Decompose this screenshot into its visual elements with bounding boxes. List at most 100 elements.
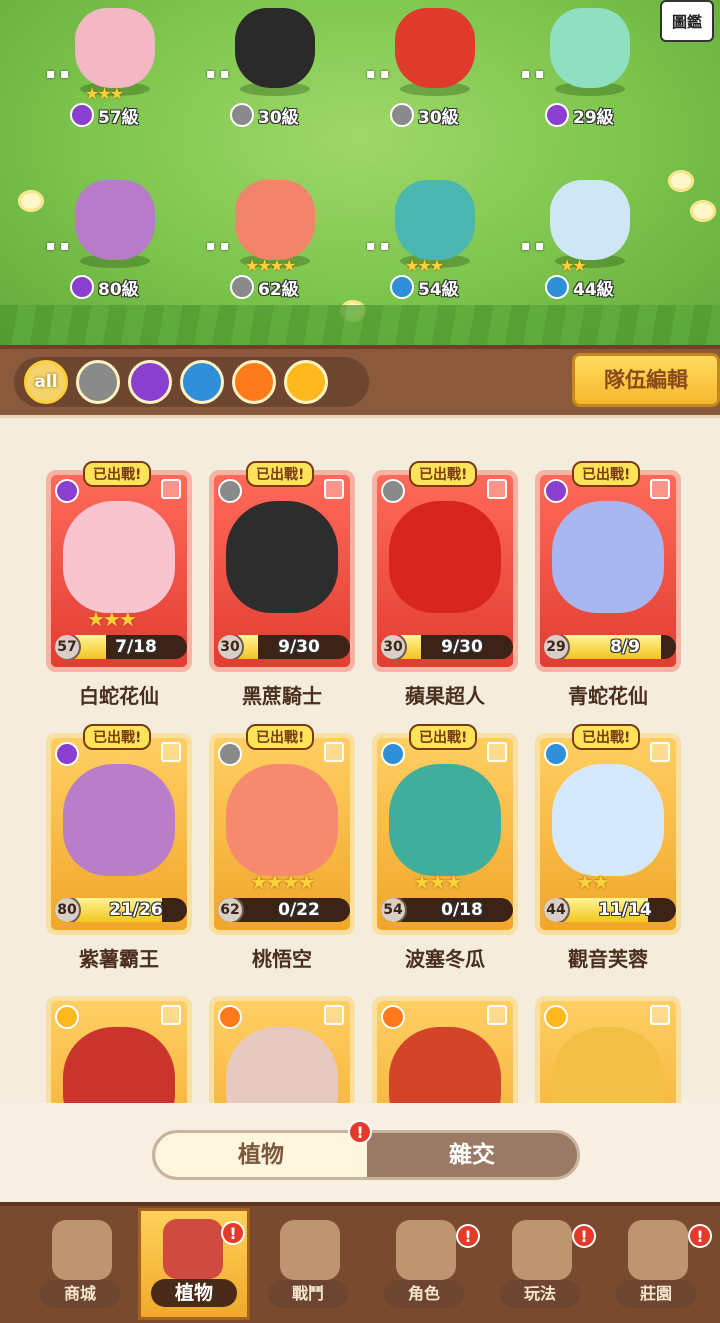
field-plant-unit[interactable]: ▪ ▪ 30級: [366, 0, 500, 128]
unit-level: 57級: [70, 102, 139, 128]
progress-text: 9/30: [278, 637, 320, 657]
plant-name: 白蛇花仙: [79, 684, 159, 708]
alert-icon: !: [456, 1224, 480, 1248]
plant-card[interactable]: [46, 996, 192, 1103]
formation-icon: [161, 1005, 181, 1025]
plant-card[interactable]: 已出戰! ★★★ 57 7/18: [46, 461, 192, 672]
team-edit-button[interactable]: 隊伍編輯: [572, 353, 720, 407]
formation-icon: ▪ ▪: [46, 238, 70, 254]
formation-icon: [161, 742, 181, 762]
progress-text: 11/14: [598, 900, 652, 920]
formation-icon: ▪ ▪: [206, 66, 230, 82]
plant-card[interactable]: 已出戰! 29 8/9: [535, 461, 681, 672]
potion-icon: [70, 275, 94, 299]
deployed-badge: 已出戰!: [83, 461, 152, 487]
battle-field: 圖鑑 ★★★ ▪ ▪ 57級 ▪ ▪ 30級 ▪ ▪ 30級 ▪ ▪ 29級 ▪ ▪ 80級 ★★★★…: [0, 0, 720, 345]
plant-figure: [75, 8, 155, 88]
nav-gameplay[interactable]: 玩法!: [490, 1212, 596, 1318]
plant-figure: [395, 180, 475, 260]
field-plant-unit[interactable]: ★★★ ▪ ▪ 54級: [366, 170, 500, 300]
formation-icon: [161, 479, 181, 499]
upgrade-progress-bar: 30 9/30: [381, 635, 513, 659]
unit-level-text: 29級: [573, 107, 614, 128]
star-rating: ★★: [576, 870, 610, 894]
nav-battle[interactable]: 戰鬥: [258, 1212, 358, 1318]
plant-figure: [235, 8, 315, 88]
plant-name: 黑蔗騎士: [242, 684, 322, 708]
plant-portrait: [226, 1027, 338, 1103]
lightning-icon: [55, 1005, 79, 1029]
plant-figure: [550, 8, 630, 88]
formation-icon: ▪ ▪: [366, 66, 390, 82]
nav-label: 商城: [40, 1280, 120, 1308]
plant-name: 桃悟空: [252, 947, 312, 971]
field-plant-unit[interactable]: ★★★★ ▪ ▪ 62級: [206, 170, 340, 300]
filter-sword-button[interactable]: [76, 360, 120, 404]
plant-card[interactable]: 已出戰! ★★ 44 11/14: [535, 724, 681, 935]
nav-character[interactable]: 角色!: [374, 1212, 480, 1318]
plants-tab[interactable]: 植物: [155, 1133, 367, 1177]
water-drop-icon: [544, 742, 568, 766]
atlas-button[interactable]: 圖鑑: [660, 0, 714, 42]
unit-level-text: 57級: [98, 107, 139, 128]
upgrade-progress-bar: 54 0/18: [381, 898, 513, 922]
filter-fire-button[interactable]: [232, 360, 276, 404]
plant-card[interactable]: 已出戰! 80 21/26: [46, 724, 192, 935]
plant-card[interactable]: [535, 996, 681, 1103]
plant-portrait: [226, 501, 338, 613]
formation-icon: [487, 479, 507, 499]
upgrade-progress-bar: 57 7/18: [55, 635, 187, 659]
all-icon: all: [34, 372, 58, 392]
plant-card[interactable]: 已出戰! 30 9/30: [372, 461, 518, 672]
water-drop-icon: [381, 742, 405, 766]
deployed-badge: 已出戰!: [246, 461, 315, 487]
formation-icon: [324, 479, 344, 499]
card-level-badge: 80: [55, 898, 81, 922]
water-drop-icon: [545, 275, 569, 299]
plant-figure: [550, 180, 630, 260]
formation-icon: ▪ ▪: [46, 66, 70, 82]
nav-plants[interactable]: 植物!: [138, 1208, 250, 1320]
formation-icon: [487, 742, 507, 762]
unit-level: 30級: [230, 102, 299, 128]
filter-potion-button[interactable]: [128, 360, 172, 404]
plant-portrait: [389, 1027, 501, 1103]
upgrade-progress-bar: 44 11/14: [544, 898, 676, 922]
field-plant-unit[interactable]: ▪ ▪ 29級: [521, 0, 655, 128]
star-rating: ★★★: [405, 256, 444, 275]
field-plant-unit[interactable]: ▪ ▪ 80級: [46, 170, 180, 300]
filter-all-button[interactable]: all: [24, 360, 68, 404]
potion-icon: [545, 103, 569, 127]
plant-card[interactable]: 已出戰! 30 9/30: [209, 461, 355, 672]
nav-label: 玩法: [500, 1280, 580, 1308]
filter-bolt-button[interactable]: [284, 360, 328, 404]
plant-name: 蘋果超人: [405, 684, 485, 708]
alert-icon: !: [572, 1224, 596, 1248]
plant-card[interactable]: 已出戰! ★★★★ 62 0/22: [209, 724, 355, 935]
formation-icon: ▪ ▪: [366, 238, 390, 254]
formation-icon: ▪ ▪: [206, 238, 230, 254]
filter-water-button[interactable]: [180, 360, 224, 404]
unit-level: 54級: [390, 274, 459, 300]
plant-card[interactable]: [209, 996, 355, 1103]
plant-portrait: [552, 501, 664, 613]
nav-label: 戰鬥: [268, 1280, 348, 1308]
deployed-badge: 已出戰!: [246, 724, 315, 750]
nav-manor[interactable]: 莊園!: [606, 1212, 712, 1318]
unit-level-text: 44級: [573, 279, 614, 300]
hybrid-tab[interactable]: 雜交: [367, 1133, 577, 1177]
plant-card[interactable]: 已出戰! ★★★ 54 0/18: [372, 724, 518, 935]
formation-icon: ▪ ▪: [521, 238, 545, 254]
sword-icon: [218, 742, 242, 766]
progress-text: 9/30: [441, 637, 483, 657]
field-plant-unit[interactable]: ▪ ▪ 30級: [206, 0, 340, 128]
nav-label: 莊園: [616, 1280, 696, 1308]
sword-icon: [390, 103, 414, 127]
nav-shop[interactable]: 商城: [30, 1212, 130, 1318]
sword-icon: [381, 479, 405, 503]
field-plant-unit[interactable]: ★★★ ▪ ▪ 57級: [46, 0, 180, 128]
formation-icon: [650, 479, 670, 499]
plant-card[interactable]: [372, 996, 518, 1103]
field-plant-unit[interactable]: ★★ ▪ ▪ 44級: [521, 170, 655, 300]
plant-card-grid: 已出戰! ★★★ 57 7/18 白蛇花仙 已出戰! 30 9/30 黑蔗騎士 已出戰! 30 9/3…: [0, 415, 720, 1103]
